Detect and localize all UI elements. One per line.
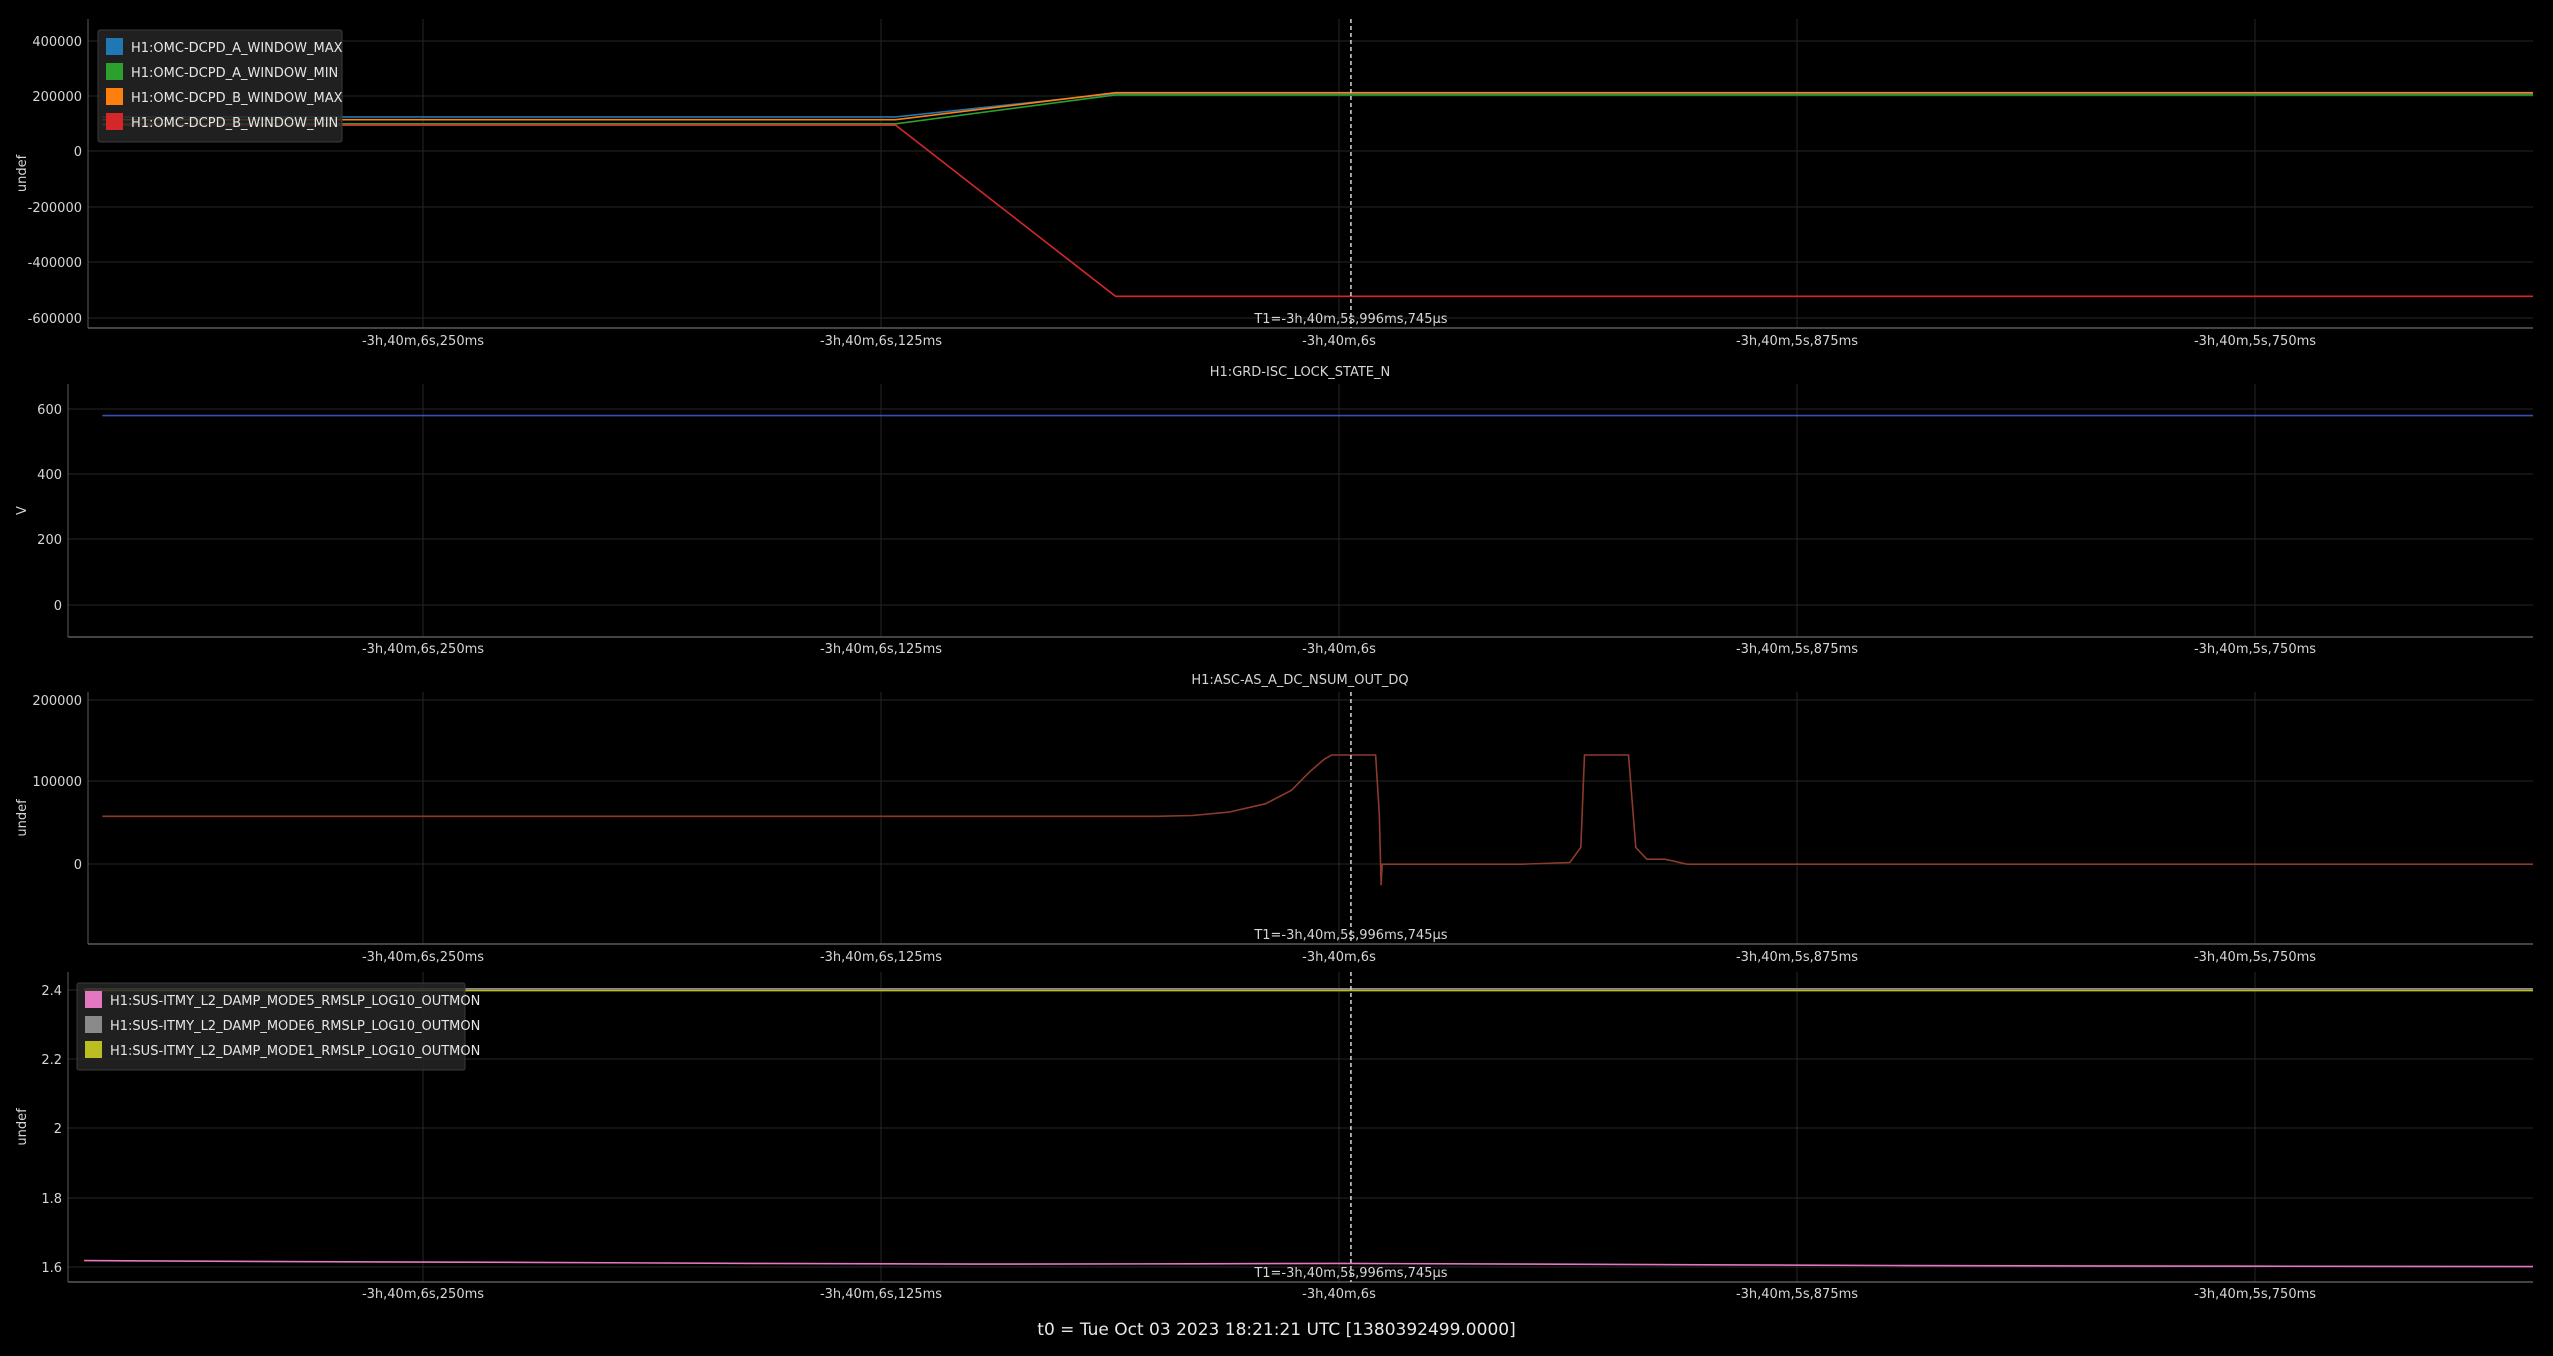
y-tick-label: 0 bbox=[74, 858, 82, 873]
plot-panel-4: 2.4 2.2 2 1.8 1.6 -3h,40m,6s,250ms -3h,40m,6s,… bbox=[15, 972, 2533, 1302]
y-tick-label: 1.6 bbox=[41, 1261, 62, 1276]
legend-entry[interactable]: H1:SUS-ITMY_L2_DAMP_MODE5_RMSLP_LOG10_OU… bbox=[110, 994, 480, 1009]
legend-swatch[interactable] bbox=[106, 113, 123, 130]
x-tick-label: -3h,40m,6s bbox=[1302, 950, 1376, 965]
y-axis-label: undef bbox=[15, 1108, 30, 1146]
legend-swatch[interactable] bbox=[106, 63, 123, 80]
y-tick-label: 600 bbox=[37, 403, 62, 418]
legend-entry[interactable]: H1:OMC-DCPD_B_WINDOW_MIN bbox=[131, 116, 338, 131]
x-tick-label: -3h,40m,5s,875ms bbox=[1736, 334, 1858, 349]
legend-entry[interactable]: H1:OMC-DCPD_A_WINDOW_MAX bbox=[131, 41, 343, 56]
y-tick-label: 2 bbox=[54, 1122, 62, 1137]
x-tick-label: -3h,40m,6s,125ms bbox=[820, 334, 942, 349]
legend-entry[interactable]: H1:SUS-ITMY_L2_DAMP_MODE1_RMSLP_LOG10_OU… bbox=[110, 1044, 480, 1059]
x-tick-label: -3h,40m,5s,875ms bbox=[1736, 950, 1858, 965]
legend: H1:OMC-DCPD_A_WINDOW_MAX H1:OMC-DCPD_A_WI… bbox=[97, 29, 343, 143]
series-line-1 bbox=[102, 92, 2533, 118]
y-tick-label: 0 bbox=[74, 145, 82, 160]
series-line-1 bbox=[102, 754, 2533, 886]
panel-title: H1:ASC-AS_A_DC_NSUM_OUT_DQ bbox=[1191, 673, 1408, 688]
x-tick-label: -3h,40m,6s,250ms bbox=[362, 642, 484, 657]
x-tick-label: -3h,40m,5s,750ms bbox=[2194, 334, 2316, 349]
y-axis-label: undef bbox=[15, 799, 30, 837]
time-cursor-label: T1=-3h,40m,5s,996ms,745µs bbox=[1253, 1266, 1447, 1281]
x-tick-label: -3h,40m,5s,750ms bbox=[2194, 950, 2316, 965]
legend-swatch[interactable] bbox=[106, 88, 123, 105]
multi-panel-time-series-plot: 400000 200000 0 -200000 -400000 -600000 -3h,40… bbox=[15, 19, 2533, 1302]
y-tick-label: -600000 bbox=[28, 312, 82, 327]
x-tick-label: -3h,40m,6s,125ms bbox=[820, 950, 942, 965]
x-tick-label: -3h,40m,5s,875ms bbox=[1736, 1287, 1858, 1302]
time-cursor-label: T1=-3h,40m,5s,996ms,745µs bbox=[1253, 928, 1447, 943]
y-tick-label: 400000 bbox=[32, 35, 82, 50]
y-tick-label: 200000 bbox=[32, 694, 82, 709]
x-tick-label: -3h,40m,6s bbox=[1302, 642, 1376, 657]
y-tick-label: -200000 bbox=[28, 201, 82, 216]
x-tick-label: -3h,40m,5s,750ms bbox=[2194, 1287, 2316, 1302]
series-group bbox=[102, 91, 2533, 298]
y-tick-label: 0 bbox=[54, 599, 62, 614]
y-axis-label: undef bbox=[15, 154, 30, 192]
y-axis-label: V bbox=[15, 506, 30, 515]
plot-panel-1: 400000 200000 0 -200000 -400000 -600000 -3h,40… bbox=[15, 19, 2533, 349]
legend-entry[interactable]: H1:OMC-DCPD_B_WINDOW_MAX bbox=[131, 91, 343, 106]
series-line-3 bbox=[102, 91, 2533, 121]
y-tick-label: 200000 bbox=[32, 90, 82, 105]
x-tick-label: -3h,40m,6s,250ms bbox=[362, 334, 484, 349]
legend-swatch[interactable] bbox=[85, 1016, 102, 1033]
time-cursor-label: T1=-3h,40m,5s,996ms,745µs bbox=[1253, 312, 1447, 327]
y-tick-label: 400 bbox=[37, 468, 62, 483]
y-tick-label: 1.8 bbox=[41, 1192, 62, 1207]
legend-entry[interactable]: H1:OMC-DCPD_A_WINDOW_MIN bbox=[131, 66, 338, 81]
plot-panel-3: 200000 100000 0 -3h,40m,6s,250ms -3h,40m,6s,… bbox=[15, 673, 2533, 965]
panel-title: H1:GRD-ISC_LOCK_STATE_N bbox=[1210, 365, 1390, 380]
plot-panel-2: 600 400 200 0 -3h,40m,6s,250ms -3h,40m,6s,125… bbox=[15, 365, 2533, 657]
x-tick-label: -3h,40m,6s,250ms bbox=[362, 1287, 484, 1302]
y-tick-label: -400000 bbox=[28, 256, 82, 271]
series-group bbox=[102, 754, 2533, 886]
x-tick-label: -3h,40m,5s,750ms bbox=[2194, 642, 2316, 657]
y-tick-label: 2.2 bbox=[41, 1053, 62, 1068]
x-tick-label: -3h,40m,5s,875ms bbox=[1736, 642, 1858, 657]
legend: H1:SUS-ITMY_L2_DAMP_MODE5_RMSLP_LOG10_OU… bbox=[76, 982, 480, 1071]
x-tick-label: -3h,40m,6s,250ms bbox=[362, 950, 484, 965]
gps-time-reference: t0 = Tue Oct 03 2023 18:21:21 UTC [13803… bbox=[1037, 1320, 1516, 1340]
y-tick-label: 100000 bbox=[32, 775, 82, 790]
x-tick-label: -3h,40m,6s,125ms bbox=[820, 1287, 942, 1302]
legend-swatch[interactable] bbox=[85, 1041, 102, 1058]
legend-entry[interactable]: H1:SUS-ITMY_L2_DAMP_MODE6_RMSLP_LOG10_OU… bbox=[110, 1019, 480, 1034]
legend-swatch[interactable] bbox=[85, 991, 102, 1008]
y-tick-label: 200 bbox=[37, 533, 62, 548]
legend-swatch[interactable] bbox=[106, 38, 123, 55]
x-tick-label: -3h,40m,6s bbox=[1302, 1287, 1376, 1302]
y-tick-label: 2.4 bbox=[41, 984, 62, 999]
x-tick-label: -3h,40m,6s bbox=[1302, 334, 1376, 349]
x-tick-label: -3h,40m,6s,125ms bbox=[820, 642, 942, 657]
